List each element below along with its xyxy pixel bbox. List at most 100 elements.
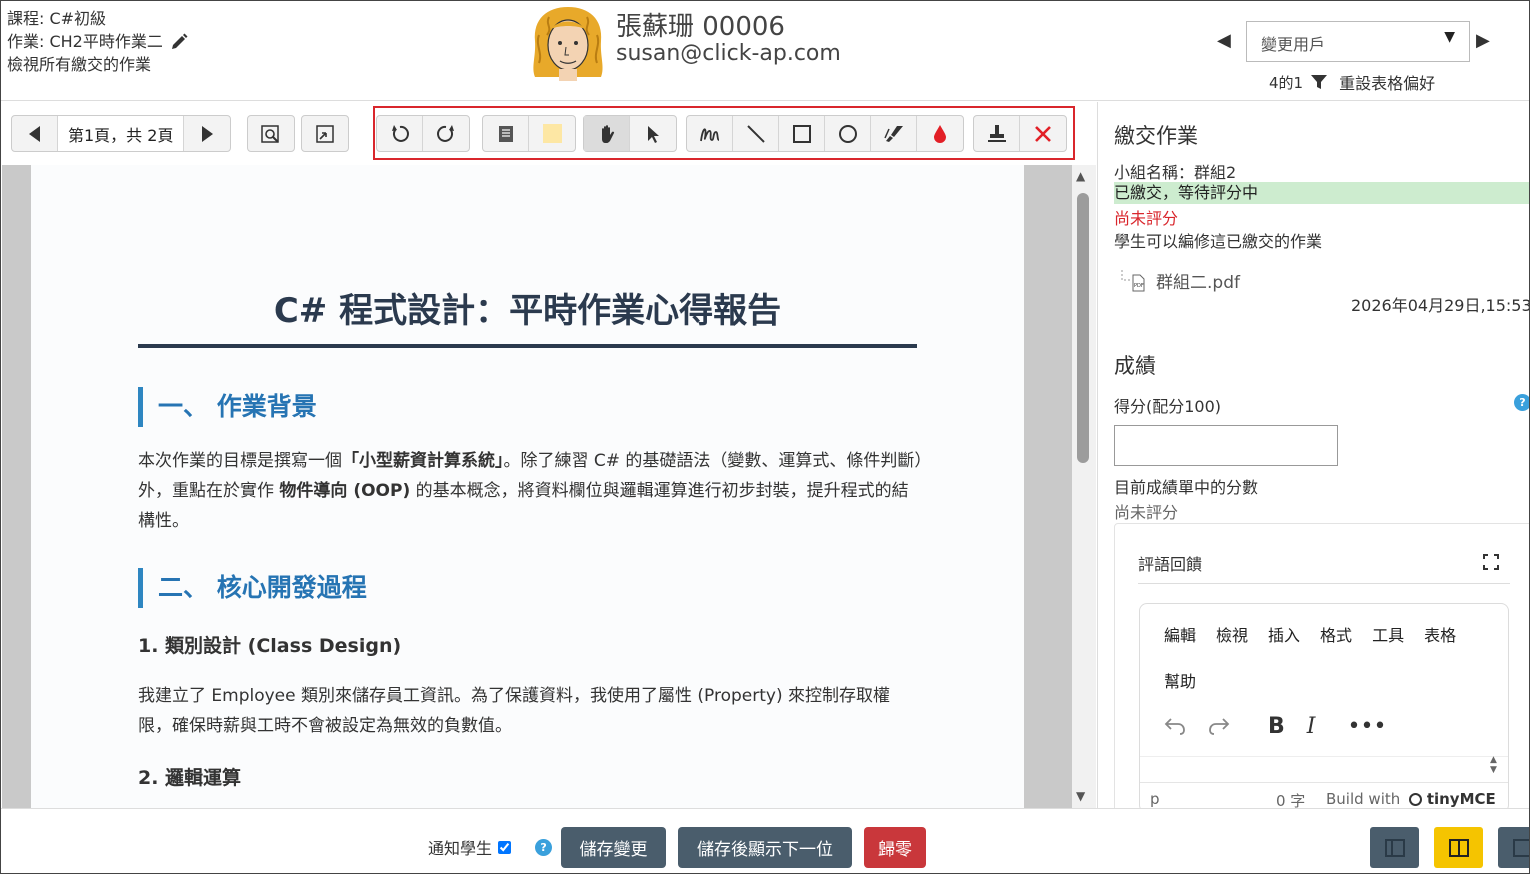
grade-heading: 成績 (1114, 354, 1156, 378)
pdf-page[interactable]: C# 程式設計：平時作業心得報告 一、 作業背景 本次作業的目標是撰寫一個「小型… (31, 165, 1024, 808)
stamp-group (973, 115, 1067, 152)
line-icon[interactable] (733, 116, 779, 151)
course-info: 課程: C#初級 作業: CH2平時作業二 檢視所有繳交的作業 (7, 7, 189, 76)
filter-button[interactable]: 4的1 (1269, 72, 1328, 93)
element-path[interactable]: p (1150, 790, 1160, 808)
delete-icon[interactable] (1020, 116, 1066, 151)
grade-input[interactable] (1114, 425, 1338, 466)
file-link[interactable]: 群組二.pdf (1156, 268, 1240, 293)
editor-content-area[interactable] (1140, 756, 1508, 782)
bold-icon[interactable]: B (1268, 714, 1285, 739)
menu-help[interactable]: 幫助 (1164, 668, 1196, 692)
change-user-select[interactable]: 變更用戶 ▼ (1246, 21, 1470, 62)
submission-heading: 繳交作業 (1114, 124, 1198, 148)
pdf-viewer[interactable]: C# 程式設計：平時作業心得報告 一、 作業背景 本次作業的目標是撰寫一個「小型… (2, 165, 1096, 808)
next-page-icon[interactable] (184, 116, 230, 151)
title-divider (138, 344, 917, 348)
text-run-bold: 「小型薪資計算系統」 (342, 451, 504, 471)
undo-icon[interactable] (377, 116, 423, 151)
comment-icon[interactable] (483, 116, 529, 151)
rectangle-icon[interactable] (779, 116, 825, 151)
page-nav-group: 第1頁，共 2頁 (11, 115, 232, 152)
editor-statusbar: p 0 字 Build with tinyMCE (1140, 782, 1508, 808)
pointer-group (583, 115, 677, 152)
menu-format[interactable]: 格式 (1320, 622, 1352, 646)
highlight-color-icon[interactable] (529, 116, 575, 151)
editor-menubar: 編輯 檢視 插入 格式 工具 表格 (1164, 622, 1456, 646)
italic-icon[interactable]: I (1307, 714, 1316, 739)
menu-view[interactable]: 檢視 (1216, 622, 1248, 646)
layout-collapse-panel-icon[interactable] (1370, 827, 1419, 868)
previous-user-arrow-icon[interactable]: ◀ (1217, 30, 1231, 51)
editable-note: 學生可以編修這已繳交的作業 (1114, 232, 1323, 251)
edit-pencil-icon[interactable] (169, 32, 189, 52)
feedback-title: 評語回饋 (1138, 555, 1203, 574)
student-email: susan@click-ap.com (616, 41, 841, 66)
rich-text-editor[interactable]: 編輯 檢視 插入 格式 工具 表格 幫助 B I ••• ▲ ▼ p 0 字 B… (1139, 603, 1509, 808)
comment-group (482, 115, 576, 152)
menu-insert[interactable]: 插入 (1268, 622, 1300, 646)
menu-tools[interactable]: 工具 (1372, 622, 1404, 646)
stamp-icon[interactable] (974, 116, 1020, 151)
layout-split-icon[interactable] (1434, 827, 1483, 868)
highlighter-icon[interactable] (871, 116, 917, 151)
reset-table-prefs-link[interactable]: 重設表格偏好 (1339, 70, 1435, 94)
student-name: 張蘇珊 00006 (616, 12, 785, 42)
notify-checkbox[interactable] (498, 840, 512, 854)
fullscreen-icon[interactable] (1483, 554, 1499, 574)
file-tree-pdf-icon: PDF (1121, 269, 1145, 291)
viewer-scrollbar[interactable]: ▲ ▼ (1072, 165, 1096, 808)
more-options-icon[interactable]: ••• (1347, 714, 1386, 739)
view-all-submissions-link[interactable]: 檢視所有繳交的作業 (7, 53, 151, 76)
menu-edit[interactable]: 編輯 (1164, 622, 1196, 646)
word-count: 0 字 (1276, 792, 1306, 808)
layout-expand-panel-icon[interactable] (1498, 827, 1529, 868)
submission-date: 2026年04月29日,15:53 (1351, 296, 1530, 315)
avatar (529, 5, 607, 81)
prev-page-icon[interactable] (12, 116, 58, 151)
color-drop-icon[interactable] (917, 116, 963, 151)
branding-name: tinyMCE (1426, 790, 1496, 808)
tinymce-branding[interactable]: Build with tinyMCE (1326, 790, 1496, 808)
scroll-down-icon[interactable]: ▼ (1076, 789, 1085, 803)
select-icon[interactable] (630, 116, 676, 151)
notify-student: 通知學生 ? (428, 835, 553, 859)
page-indicator: 第1頁，共 2頁 (58, 116, 185, 151)
submission-status-badge: 已繳交，等待評分中 (1114, 182, 1529, 204)
save-and-next-button[interactable]: 儲存後顯示下一位 (678, 827, 852, 868)
subheading-class-design: 1. 類別設計 (Class Design) (138, 635, 402, 657)
paragraph-background: 本次作業的目標是撰寫一個「小型薪資計算系統」。除了練習 C# 的基礎語法（變數、… (138, 446, 923, 536)
current-grade-label: 目前成績單中的分數 (1114, 478, 1259, 497)
svg-text:PDF: PDF (1134, 283, 1144, 289)
grading-app: 課程: C#初級 作業: CH2平時作業二 檢視所有繳交的作業 張蘇珊 0000… (0, 0, 1530, 874)
feedback-card: 評語回饋 編輯 檢視 插入 格式 工具 表格 幫助 B I ••• ▲ ▼ p … (1114, 523, 1529, 808)
pdf-toolbar: 第1頁，共 2頁 (2, 102, 1096, 164)
history-group (376, 115, 470, 152)
undo-icon[interactable] (1164, 715, 1186, 739)
pen-icon[interactable] (687, 116, 733, 151)
expand-group (301, 115, 349, 152)
branding-text: Build with (1326, 790, 1401, 808)
current-grade-value: 尚未評分 (1114, 503, 1179, 522)
next-user-arrow-icon[interactable]: ▶ (1476, 30, 1490, 51)
grading-panel: 繳交作業 小組名稱：群組2 已繳交，等待評分中 尚未評分 學生可以編修這已繳交的… (1097, 102, 1530, 808)
course-name[interactable]: 課程: C#初級 (7, 7, 106, 30)
help-icon[interactable]: ? (535, 838, 553, 856)
redo-icon[interactable] (423, 116, 469, 151)
grade-label: 得分(配分100) (1114, 397, 1222, 416)
circle-icon[interactable] (825, 116, 871, 151)
save-button[interactable]: 儲存變更 (561, 827, 666, 868)
grading-status: 尚未評分 (1114, 209, 1179, 228)
search-icon[interactable] (248, 116, 294, 151)
help-icon[interactable]: ? (1514, 394, 1529, 411)
assignment-name[interactable]: 作業: CH2平時作業二 (7, 30, 163, 53)
scroll-thumb[interactable] (1077, 193, 1089, 463)
menu-table[interactable]: 表格 (1424, 622, 1456, 646)
scroll-up-icon[interactable]: ▲ (1076, 169, 1085, 183)
resize-spinner-icon[interactable]: ▲ ▼ (1490, 755, 1497, 775)
redo-icon[interactable] (1208, 715, 1230, 739)
pan-icon[interactable] (584, 116, 630, 151)
expand-icon[interactable] (302, 116, 348, 151)
submitted-file[interactable]: PDF 群組二.pdf (1120, 268, 1240, 293)
reset-button[interactable]: 歸零 (864, 827, 926, 868)
